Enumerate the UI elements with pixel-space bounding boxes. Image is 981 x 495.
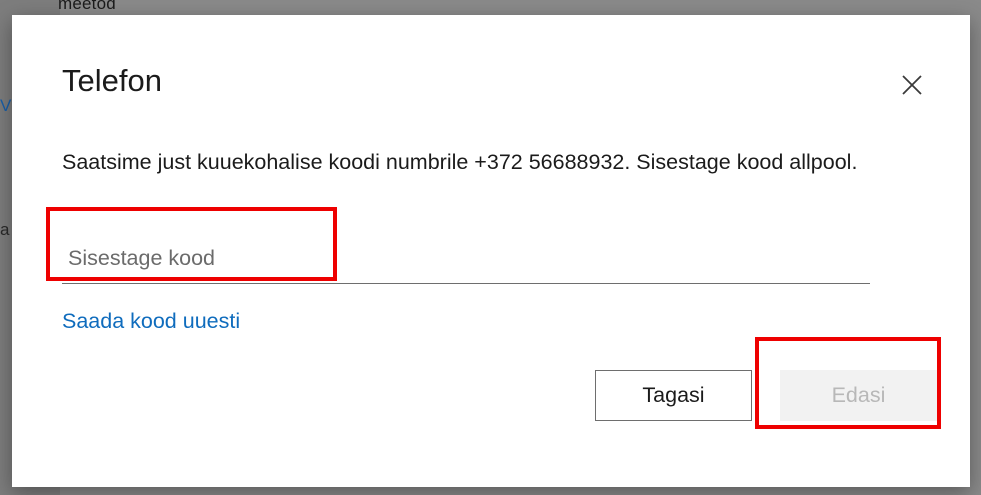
close-icon <box>902 75 922 95</box>
verify-phone-dialog: Telefon Saatsime just kuuekohalise koodi… <box>12 15 970 487</box>
code-input-field <box>62 233 870 284</box>
back-button[interactable]: Tagasi <box>595 370 752 421</box>
close-button[interactable] <box>892 65 932 105</box>
dialog-message: Saatsime just kuuekohalise koodi numbril… <box>62 150 858 174</box>
next-button[interactable]: Edasi <box>780 370 937 421</box>
dialog-title: Telefon <box>62 63 162 98</box>
backdrop-heading-fragment: meetod <box>58 0 116 13</box>
code-input[interactable] <box>62 233 870 283</box>
resend-code-link[interactable]: Saada kood uuesti <box>62 309 240 334</box>
